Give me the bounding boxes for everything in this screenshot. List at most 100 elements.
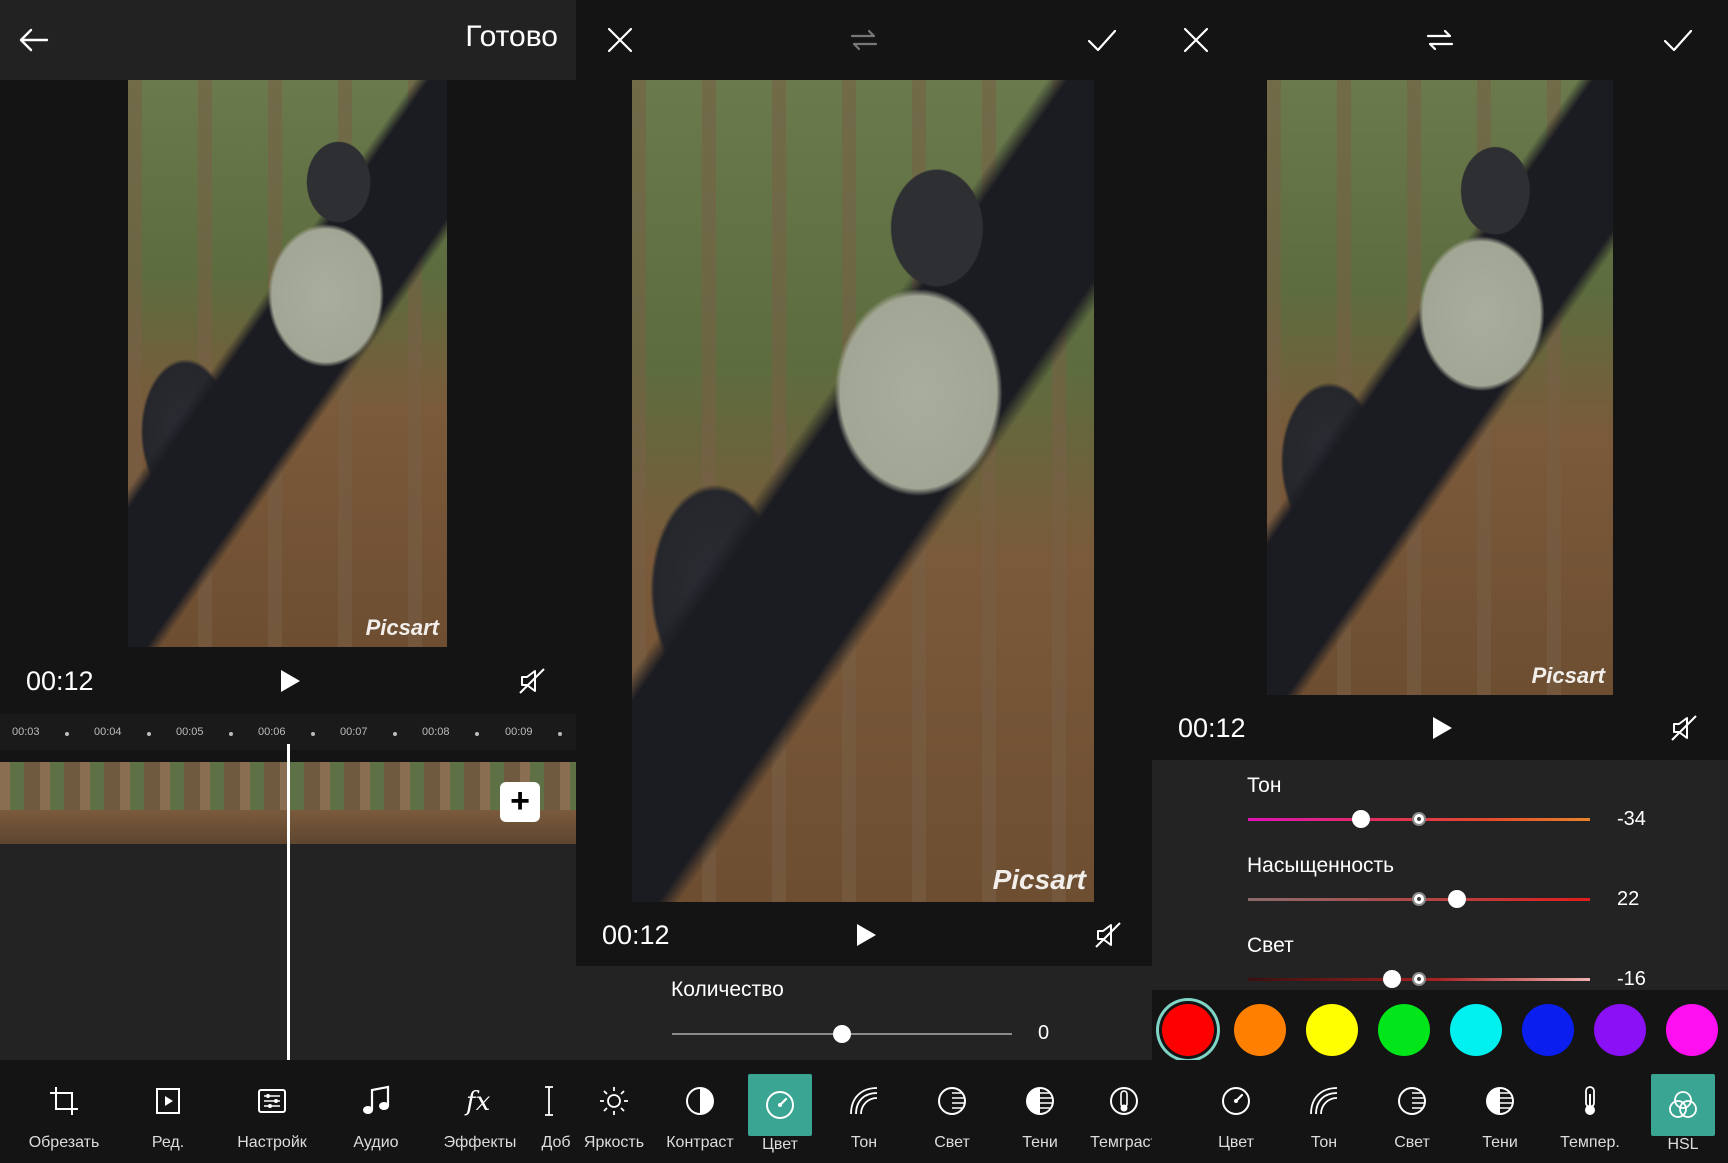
tool-add[interactable]: Доб xyxy=(536,1074,576,1156)
top-bar xyxy=(576,0,1152,80)
tool-label: Свет xyxy=(934,1134,970,1151)
ruler-dot xyxy=(475,732,479,736)
swatch-red[interactable] xyxy=(1162,1004,1214,1056)
checkmark-icon[interactable] xyxy=(1078,16,1126,64)
back-arrow-icon[interactable] xyxy=(10,16,58,64)
lightness-label: Свет xyxy=(1247,934,1294,957)
temperature-icon xyxy=(1110,1087,1138,1115)
main-toolbar: Обрезать Ред. Настройк Аудио fx Эффекты … xyxy=(0,1060,576,1163)
play-icon[interactable] xyxy=(850,920,880,950)
tool-brightness[interactable]: Яркость xyxy=(578,1074,650,1156)
current-time: 00:12 xyxy=(602,919,670,950)
svg-text:fx: fx xyxy=(464,1087,491,1117)
video-preview[interactable]: Picsart xyxy=(1267,80,1613,695)
tool-label: Тени xyxy=(1022,1134,1058,1151)
add-icon xyxy=(545,1086,553,1116)
video-preview[interactable]: Picsart xyxy=(632,80,1094,902)
tool-highlights[interactable]: Свет xyxy=(912,1074,992,1156)
adjust-toolbar: Яркость Контраст Цвет Тон Свет Тени Темг… xyxy=(576,1060,1152,1163)
swatch-orange[interactable] xyxy=(1234,1004,1286,1056)
crop-icon xyxy=(50,1087,78,1115)
tool-label: Настройк xyxy=(237,1134,307,1151)
close-icon[interactable] xyxy=(596,16,644,64)
swatch-purple[interactable] xyxy=(1594,1004,1646,1056)
music-note-icon xyxy=(363,1085,390,1114)
tool-shadows[interactable]: Тени xyxy=(1000,1074,1080,1156)
saturation-label: Насыщенность xyxy=(1247,854,1395,877)
edit-clip-icon xyxy=(156,1088,180,1114)
ruler-dot xyxy=(311,732,315,736)
highlights-icon xyxy=(1398,1087,1426,1115)
shadows-icon xyxy=(1486,1087,1514,1115)
checkmark-icon[interactable] xyxy=(1654,16,1702,64)
hue-label: Тон xyxy=(1247,774,1282,797)
tool-adjust[interactable]: Настройк xyxy=(224,1074,320,1156)
playback-bar: 00:12 xyxy=(1152,695,1728,761)
amount-adjuster: Количество 0 xyxy=(576,966,1152,1060)
picsart-watermark: Picsart xyxy=(365,615,439,640)
add-clip-button[interactable]: + xyxy=(500,782,540,822)
tool-label: Тон xyxy=(1310,1134,1338,1151)
highlights-icon xyxy=(938,1087,966,1115)
current-time: 00:12 xyxy=(26,665,94,696)
play-icon[interactable] xyxy=(274,666,304,696)
play-icon[interactable] xyxy=(1426,713,1456,743)
tool-contrast[interactable]: Контраст xyxy=(660,1074,740,1156)
adjust-icon xyxy=(258,1089,286,1113)
hsl-panel: Picsart 00:12 Тон -34 Насыщенность 22 Св… xyxy=(1152,0,1728,1163)
top-bar xyxy=(1152,0,1728,80)
swatch-blue[interactable] xyxy=(1522,1004,1574,1056)
ruler-tick: 00:07 xyxy=(340,726,368,738)
lightness-slider-knob[interactable] xyxy=(1382,970,1401,988)
compare-toggle-icon[interactable] xyxy=(840,16,888,64)
tool-label: Свет xyxy=(1394,1134,1430,1151)
tool-tone[interactable]: Тон xyxy=(1284,1074,1364,1156)
top-bar: Готово xyxy=(0,0,576,80)
ruler-dot xyxy=(147,732,151,736)
ruler-dot xyxy=(558,732,562,736)
swatch-cyan[interactable] xyxy=(1450,1004,1502,1056)
saturation-slider-knob[interactable] xyxy=(1447,890,1466,908)
tool-hsl[interactable]: HSL xyxy=(1650,1074,1716,1156)
tool-label: Цвет xyxy=(762,1136,798,1153)
tool-edit[interactable]: Ред. xyxy=(120,1074,216,1156)
tool-color[interactable]: Цвет xyxy=(748,1074,812,1156)
tool-temperature-contrast[interactable]: Темграст xyxy=(1082,1074,1152,1156)
hue-slider-knob[interactable] xyxy=(1351,810,1370,828)
playhead[interactable] xyxy=(287,744,290,1060)
tool-highlights[interactable]: Свет xyxy=(1372,1074,1452,1156)
ruler-tick: 00:09 xyxy=(505,726,533,738)
video-preview[interactable]: Picsart xyxy=(128,80,447,647)
tool-label: Темпер. xyxy=(1560,1134,1620,1151)
mute-icon[interactable] xyxy=(516,665,548,697)
ruler-tick: 00:06 xyxy=(258,726,286,738)
tool-label: Тени xyxy=(1482,1134,1518,1151)
brightness-icon xyxy=(600,1087,628,1115)
tool-label: Аудио xyxy=(353,1134,399,1151)
tool-label: Яркость xyxy=(583,1134,645,1151)
compare-toggle-icon[interactable] xyxy=(1416,16,1464,64)
contrast-icon xyxy=(686,1087,714,1115)
tool-tone[interactable]: Тон xyxy=(824,1074,904,1156)
playback-bar: 00:12 xyxy=(576,902,1152,968)
adjust-panel: Picsart 00:12 Количество 0 Яркость Контр… xyxy=(576,0,1152,1163)
mute-icon[interactable] xyxy=(1668,712,1700,744)
color-swatches xyxy=(1152,990,1728,1070)
mute-icon[interactable] xyxy=(1092,919,1124,951)
swatch-yellow[interactable] xyxy=(1306,1004,1358,1056)
amount-slider-knob[interactable] xyxy=(833,1025,851,1043)
tool-color[interactable]: Цвет xyxy=(1196,1074,1276,1156)
tool-label: Темграст xyxy=(1090,1134,1152,1151)
tool-temperature[interactable]: Темпер. xyxy=(1548,1074,1632,1156)
done-button[interactable]: Готово xyxy=(465,20,558,54)
tool-effects[interactable]: fx Эффекты xyxy=(432,1074,528,1156)
swatch-green[interactable] xyxy=(1378,1004,1430,1056)
ruler-tick: 00:03 xyxy=(12,726,40,738)
tool-crop[interactable]: Обрезать xyxy=(16,1074,112,1156)
color-dial-icon xyxy=(766,1091,794,1119)
close-icon[interactable] xyxy=(1172,16,1220,64)
swatch-magenta[interactable] xyxy=(1666,1004,1718,1056)
tool-audio[interactable]: Аудио xyxy=(328,1074,424,1156)
shadows-icon xyxy=(1026,1087,1054,1115)
tool-shadows[interactable]: Тени xyxy=(1460,1074,1540,1156)
